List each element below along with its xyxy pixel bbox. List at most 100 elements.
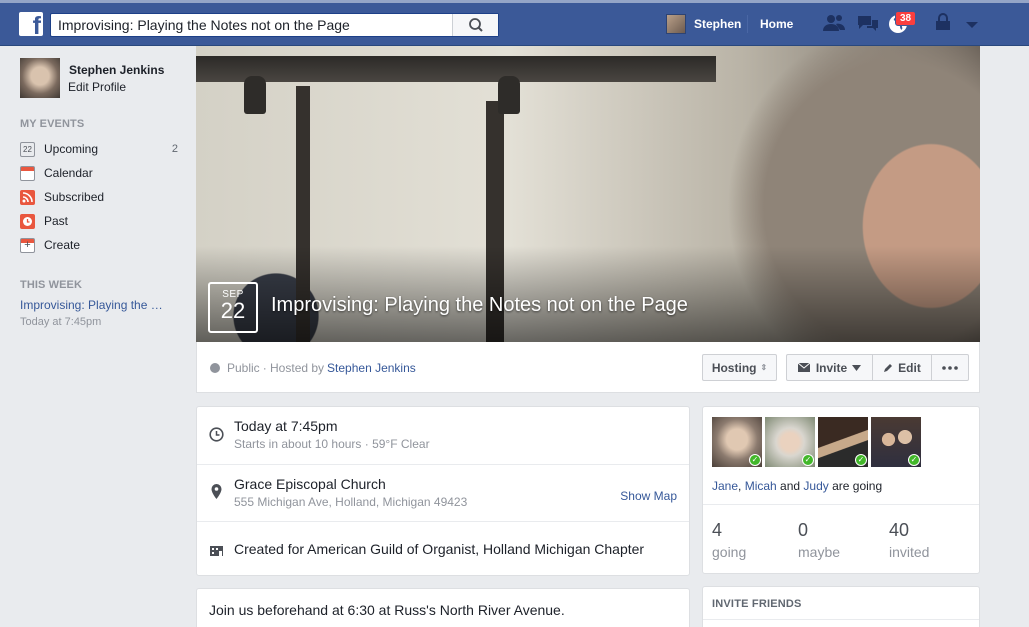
- check-icon: ✓: [908, 454, 920, 466]
- messages-icon[interactable]: [856, 12, 880, 34]
- event-details-card: Today at 7:45pm Starts in about 10 hours…: [196, 406, 690, 576]
- location-address: 555 Michigan Ave, Holland, Michigan 4942…: [234, 495, 468, 509]
- host-link[interactable]: Stephen Jenkins: [327, 361, 416, 375]
- calendar-day-icon: 22: [20, 141, 35, 157]
- divider: [747, 15, 748, 33]
- guest-avatar[interactable]: ✓: [871, 417, 921, 467]
- sidebar-item-subscribed[interactable]: Subscribed: [20, 185, 185, 209]
- separator: and: [776, 479, 804, 493]
- this-week-event-time: Today at 7:45pm: [20, 316, 102, 328]
- this-week-heading: THIS WEEK: [20, 279, 83, 291]
- event-time-row: Today at 7:45pm Starts in about 10 hours…: [197, 407, 689, 464]
- invite-button[interactable]: Invite: [786, 354, 873, 381]
- cover-photo-detail: [196, 56, 716, 82]
- event-cover-photo[interactable]: SEP 22 Improvising: Playing the Notes no…: [196, 46, 980, 342]
- search-input[interactable]: [51, 14, 451, 36]
- my-events-heading: MY EVENTS: [20, 118, 85, 130]
- avatar: [666, 14, 686, 34]
- hosted-by-label: · Hosted by: [262, 361, 325, 375]
- stat-label: maybe: [798, 544, 841, 560]
- sidebar-item-label: Create: [44, 238, 81, 252]
- guest-name-link[interactable]: Micah: [745, 479, 777, 493]
- event-created-for-row: Created for American Guild of Organist, …: [197, 521, 689, 577]
- created-for-text[interactable]: Created for American Guild of Organist, …: [234, 541, 644, 557]
- event-description-text: Join us beforehand at 6:30 at Russ's Nor…: [209, 602, 565, 618]
- guest-stats: 4 going 0 maybe 40 invited: [703, 504, 979, 576]
- divider: [703, 619, 979, 620]
- stat-going[interactable]: 4 going: [712, 520, 746, 560]
- this-week-event-link[interactable]: Improvising: Playing the Notes not on th…: [20, 298, 170, 312]
- stat-number: 4: [712, 520, 723, 540]
- upcoming-count: 2: [171, 143, 178, 155]
- stat-label: invited: [889, 544, 930, 560]
- profile-link[interactable]: Stephen: [666, 14, 741, 34]
- left-sidebar: Stephen Jenkins Edit Profile MY EVENTS 2…: [20, 58, 185, 328]
- profile-name: Stephen: [694, 17, 742, 31]
- plus-icon: +: [20, 237, 35, 253]
- clock-icon: [209, 427, 224, 442]
- check-icon: ✓: [749, 454, 761, 466]
- building-icon: [210, 546, 223, 556]
- sidebar-item-label: Upcoming: [44, 142, 99, 156]
- sidebar-item-label: Past: [44, 214, 69, 228]
- going-summary: Jane, Micah and Judy are going: [712, 479, 882, 493]
- event-title: Improvising: Playing the Notes not on th…: [271, 294, 688, 316]
- friend-requests-icon[interactable]: [822, 12, 846, 34]
- hosting-dropdown-button[interactable]: Hosting ⇕: [702, 354, 777, 381]
- facebook-logo-icon[interactable]: f: [19, 12, 43, 39]
- stat-label: going: [712, 544, 747, 560]
- stat-maybe[interactable]: 0 maybe: [798, 520, 840, 560]
- clock-icon: [20, 213, 35, 229]
- account-menu-chevron-down-icon[interactable]: [960, 12, 984, 34]
- map-pin-icon: [211, 484, 222, 499]
- cover-photo-detail: [498, 76, 520, 114]
- chevron-down-icon: [852, 364, 862, 371]
- invite-friends-card: INVITE FRIENDS: [702, 586, 980, 627]
- more-options-button[interactable]: [931, 354, 969, 381]
- edit-button[interactable]: Edit: [872, 354, 932, 381]
- sidebar-item-calendar[interactable]: Calendar: [20, 161, 185, 185]
- notification-badge: 38: [895, 11, 917, 26]
- show-map-link[interactable]: Show Map: [620, 489, 677, 503]
- invite-label: Invite: [815, 360, 848, 375]
- event-description-card: Join us beforehand at 6:30 at Russ's Nor…: [196, 588, 690, 627]
- check-icon: ✓: [855, 454, 867, 466]
- separator: ,: [738, 479, 745, 493]
- event-privacy-line: Public · Hosted by Stephen Jenkins: [210, 361, 416, 375]
- stat-invited[interactable]: 40 invited: [889, 520, 929, 560]
- rss-icon: [20, 189, 35, 205]
- home-link[interactable]: Home: [760, 17, 793, 31]
- more-dots-icon: [942, 365, 958, 370]
- sidebar-item-label: Subscribed: [44, 190, 105, 204]
- cover-photo-detail: [244, 76, 266, 114]
- calendar-icon: [20, 165, 35, 181]
- guest-avatar[interactable]: ✓: [818, 417, 868, 467]
- search-icon: [469, 18, 483, 32]
- event-location-row: Grace Episcopal Church 555 Michigan Ave,…: [197, 464, 689, 521]
- privacy-shortcuts-icon[interactable]: [933, 12, 957, 34]
- edit-profile-link[interactable]: Edit Profile: [68, 80, 126, 94]
- profile-picture[interactable]: [20, 58, 60, 98]
- guest-name-link[interactable]: Jane: [712, 479, 738, 493]
- sort-arrows-icon: ⇕: [760, 363, 768, 372]
- guest-name-link[interactable]: Judy: [803, 479, 828, 493]
- privacy-label: Public: [227, 361, 260, 375]
- sidebar-item-upcoming[interactable]: 22 Upcoming 2: [20, 137, 185, 161]
- search-button[interactable]: [452, 14, 498, 36]
- guest-avatar[interactable]: ✓: [712, 417, 762, 467]
- stat-number: 40: [889, 520, 910, 540]
- guest-avatar[interactable]: ✓: [765, 417, 815, 467]
- going-avatars: ✓ ✓ ✓ ✓: [712, 417, 924, 467]
- globe-icon: [210, 363, 220, 373]
- envelope-icon: [797, 363, 810, 372]
- sidebar-item-create[interactable]: + Create: [20, 233, 185, 257]
- profile-name[interactable]: Stephen Jenkins: [69, 63, 164, 77]
- event-day: 22: [220, 298, 246, 323]
- guests-card: ✓ ✓ ✓ ✓ Jane, Micah and Judy are going 4…: [702, 406, 980, 574]
- event-time-subtext: Starts in about 10 hours · 59°F Clear: [234, 437, 430, 451]
- sidebar-item-past[interactable]: Past: [20, 209, 185, 233]
- event-action-bar: Public · Hosted by Stephen Jenkins Hosti…: [196, 342, 980, 393]
- check-icon: ✓: [802, 454, 814, 466]
- event-time[interactable]: Today at 7:45pm: [234, 418, 338, 434]
- location-name[interactable]: Grace Episcopal Church: [234, 476, 386, 492]
